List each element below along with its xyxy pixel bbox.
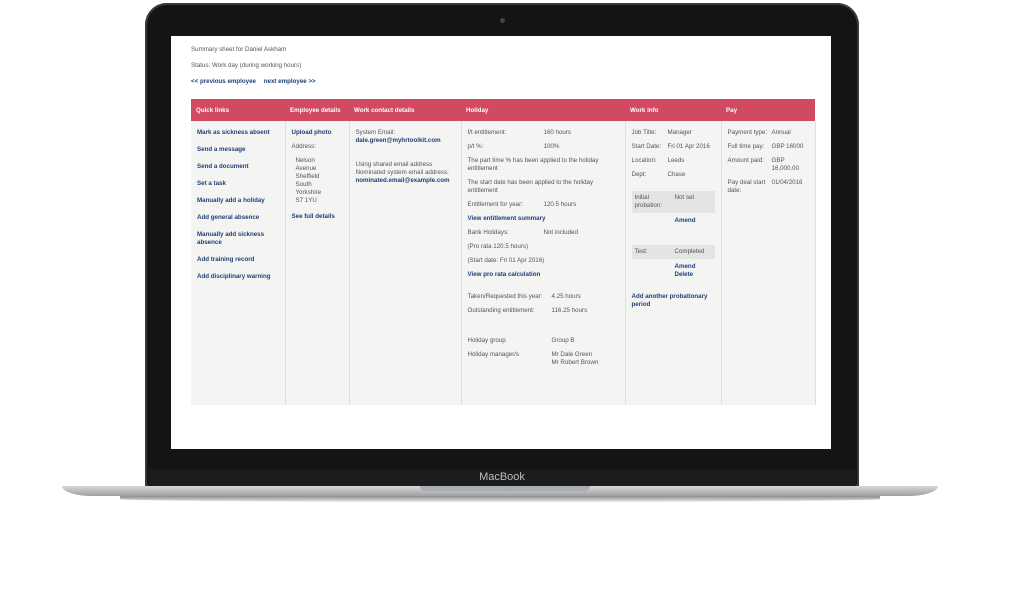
previous-employee-link[interactable]: << previous employee xyxy=(191,78,256,85)
work-info-cell: Job Title: Manager Start Date: Fri 01 Apr … xyxy=(625,121,722,405)
add-probation-link[interactable]: Add another probationary period xyxy=(632,293,715,309)
job-title-value: Manager xyxy=(667,129,692,136)
amend-test-link[interactable]: Amend xyxy=(632,263,715,271)
start-date-note: The start date has been applied to the h… xyxy=(467,179,594,194)
taken-requested-label: Taken/Requested this year: xyxy=(467,293,543,300)
quick-links-cell: Mark as sickness absent Send a message S… xyxy=(191,121,286,405)
nominated-email-value[interactable]: nominated.email@example.com xyxy=(356,177,455,185)
page-title: Summary sheet for Daniel Askham xyxy=(191,46,287,53)
send-message-link[interactable]: Send a message xyxy=(197,146,279,154)
holiday-start-date-text: (Start date: Fri 01 Apr 2016) xyxy=(467,257,545,264)
initial-probation-value: Not set xyxy=(674,194,695,201)
pt-percent-label: p/t %: xyxy=(467,143,484,150)
start-date-value: Fri 01 Apr 2016 xyxy=(667,143,710,150)
address-label: Address: xyxy=(291,143,316,150)
address-line: Yorkshire xyxy=(295,189,322,196)
work-contact-cell: System Email: dale.green@myhrtoolkit.com… xyxy=(349,121,462,405)
taken-requested-value: 4.25 hours xyxy=(551,293,581,300)
view-pro-rata-link[interactable]: View pro rata calculation xyxy=(468,271,619,279)
laptop-notch xyxy=(420,486,590,491)
bank-holidays-label: Bank Holidays: xyxy=(467,229,509,236)
status-text: Status: Work day (during working hours) xyxy=(191,62,302,69)
employee-nav: << previous employee next employee >> xyxy=(191,78,821,85)
payment-type-value: Annual xyxy=(771,129,791,136)
system-email-label: System Email: xyxy=(355,129,396,136)
outstanding-label: Outstanding entitlement: xyxy=(467,307,535,314)
full-time-pay-value: GBP 16000 xyxy=(771,143,804,150)
shared-email-note: Using shared email address Nominated sys… xyxy=(355,161,449,176)
outstanding-value: 116.25 hours xyxy=(551,307,588,314)
mark-sickness-absent-link[interactable]: Mark as sickness absent xyxy=(197,129,279,137)
dept-value: Chase xyxy=(667,171,686,178)
pt-percent-value: 100% xyxy=(543,143,560,150)
pay-deal-start-label: Pay deal start date: xyxy=(727,179,766,194)
next-employee-link[interactable]: next employee >> xyxy=(264,78,316,85)
view-entitlement-summary-link[interactable]: View entitlement summary xyxy=(468,215,619,223)
employee-summary-page: Summary sheet for Daniel Askham Status: … xyxy=(191,46,821,405)
add-general-absence-link[interactable]: Add general absence xyxy=(197,214,279,222)
camera-icon xyxy=(500,18,505,23)
column-header-employee-details: Employee details xyxy=(285,99,349,121)
pro-rata-text: (Pro rata 120.5 hours) xyxy=(467,243,529,250)
bank-holidays-value: Not included xyxy=(543,229,578,236)
address-line: Sheffield xyxy=(295,173,320,180)
add-training-record-link[interactable]: Add training record xyxy=(197,256,279,264)
address-block: Nelson Avenue Sheffield South Yorkshire … xyxy=(292,157,343,205)
holiday-manager-name: Mr Dale Green xyxy=(551,351,593,358)
start-date-label: Start Date: xyxy=(631,143,662,150)
address-line: S7 1YU xyxy=(295,197,317,204)
part-time-note: The part time % has been applied to the … xyxy=(467,157,599,172)
holiday-group-label: Holiday group xyxy=(467,337,506,344)
holiday-manager-label: Holiday manager/s xyxy=(467,351,520,358)
column-header-quick-links: Quick links xyxy=(191,99,285,121)
location-value: Leeds xyxy=(667,157,685,164)
ft-entitlement-value: 160 hours xyxy=(543,129,572,136)
location-label: Location: xyxy=(631,157,657,164)
send-document-link[interactable]: Send a document xyxy=(197,163,279,171)
initial-probation-label: Initial probation: xyxy=(634,194,663,209)
dept-label: Dept: xyxy=(631,171,647,178)
laptop-screen: Summary sheet for Daniel Askham Status: … xyxy=(171,36,831,449)
year-entitlement-label: Entitlement for year: xyxy=(467,201,523,208)
system-email-value[interactable]: dale.green@myhrtoolkit.com xyxy=(356,137,455,145)
amount-paid-value: GBP 16,000.00 xyxy=(771,157,800,172)
add-holiday-link[interactable]: Manually add a holiday xyxy=(197,197,279,205)
pay-deal-start-value: 01/04/2016 xyxy=(771,179,803,186)
test-value: Completed xyxy=(674,248,705,255)
see-full-details-link[interactable]: See full details xyxy=(292,213,343,221)
payment-type-label: Payment type: xyxy=(727,129,768,136)
delete-test-link[interactable]: Delete xyxy=(632,271,715,279)
upload-photo-link[interactable]: Upload photo xyxy=(292,129,343,137)
laptop-shadow xyxy=(120,496,880,502)
add-disciplinary-warning-link[interactable]: Add disciplinary warning xyxy=(197,273,279,281)
employee-details-cell: Upload photo Address: Nelson Avenue Shef… xyxy=(285,121,350,405)
holiday-group-value: Group B xyxy=(551,337,575,344)
column-header-holiday: Holiday xyxy=(461,99,625,121)
holiday-manager-name: Mr Robert Brown xyxy=(551,359,599,366)
address-line: Avenue xyxy=(295,165,317,172)
job-title-label: Job Title: xyxy=(631,129,657,136)
amend-probation-link[interactable]: Amend xyxy=(632,217,715,225)
address-line: Nelson xyxy=(295,157,315,164)
summary-table: Quick links Employee details Work contac… xyxy=(191,99,816,405)
address-line: South xyxy=(295,181,312,188)
test-label: Test: xyxy=(634,248,648,255)
column-header-work-contact: Work contact details xyxy=(349,99,461,121)
holiday-cell: f/t entitlement: 160 hours p/t %: 100% The… xyxy=(461,121,626,405)
full-time-pay-label: Full time pay: xyxy=(727,143,765,150)
add-sickness-absence-link[interactable]: Manually add sickness absence xyxy=(197,231,279,247)
laptop-lid: Summary sheet for Daniel Askham Status: … xyxy=(145,3,859,489)
ft-entitlement-label: f/t entitlement: xyxy=(467,129,507,136)
year-entitlement-value: 120.5 hours xyxy=(543,201,577,208)
column-header-work-info: Work info xyxy=(625,99,721,121)
set-task-link[interactable]: Set a task xyxy=(197,180,279,188)
pay-cell: Payment type: Annual Full time pay: GBP 16… xyxy=(721,121,816,405)
amount-paid-label: Amount paid: xyxy=(727,157,764,164)
column-header-pay: Pay xyxy=(721,99,815,121)
brand-label: MacBook xyxy=(479,471,525,483)
